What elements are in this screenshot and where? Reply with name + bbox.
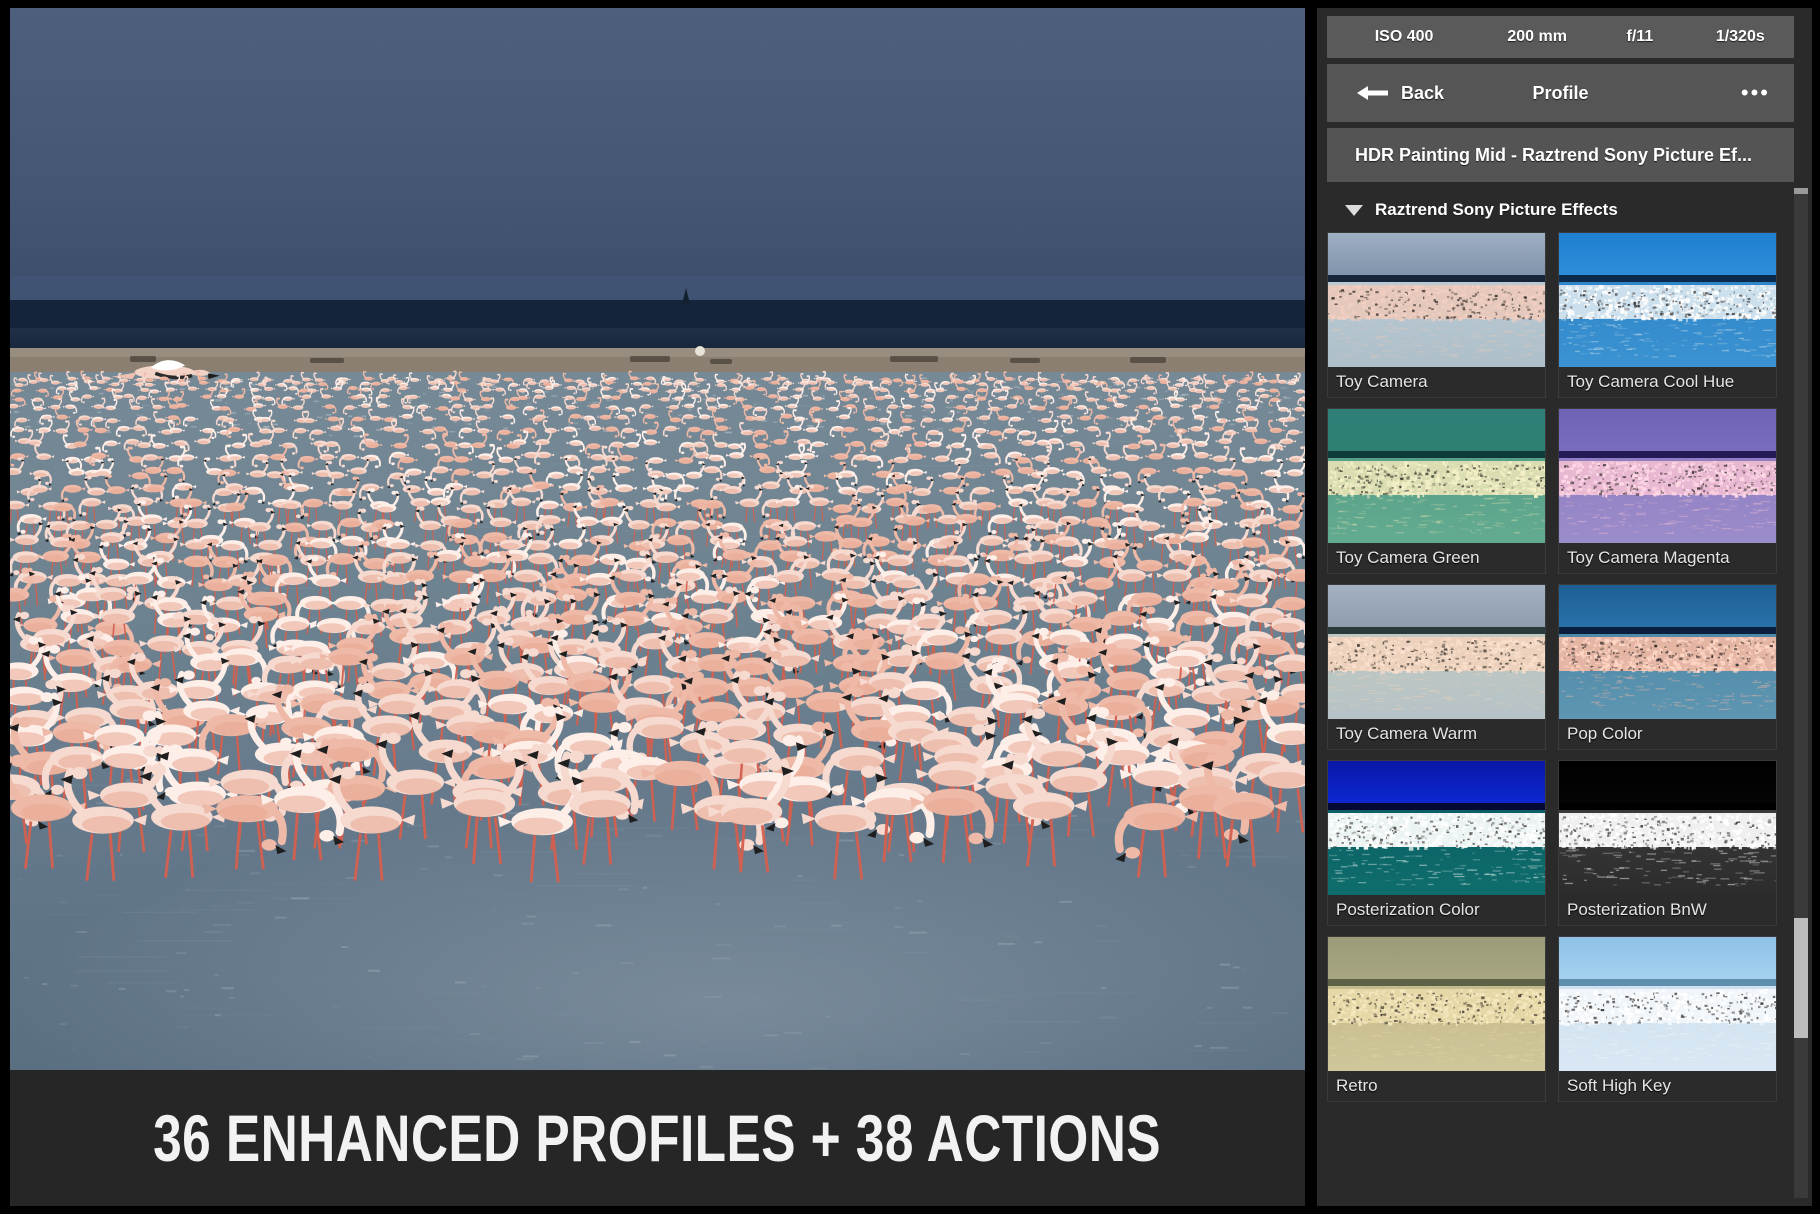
profile-thumbnail[interactable] (1328, 761, 1545, 895)
profile-thumbnail-image (1559, 937, 1776, 1071)
profile-card-label: Pop Color (1559, 719, 1776, 749)
profile-card-label: Retro (1328, 1071, 1545, 1101)
panel-scrollbar-track[interactable] (1794, 188, 1808, 1198)
profile-thumbnail[interactable] (1559, 761, 1776, 895)
profile-thumbnail-image (1328, 761, 1545, 895)
meta-focal: 200 mm (1481, 28, 1593, 46)
profile-card-label: Toy Camera Cool Hue (1559, 367, 1776, 397)
meta-aperture: f/11 (1593, 28, 1686, 46)
profile-thumbnail[interactable] (1328, 937, 1545, 1071)
profile-card-label: Soft High Key (1559, 1071, 1776, 1101)
profile-card-label: Posterization Color (1328, 895, 1545, 925)
selected-profile-name: HDR Painting Mid - Raztrend Sony Picture… (1355, 145, 1752, 166)
profile-thumbnail-image (1328, 233, 1545, 367)
profile-group-header[interactable]: Raztrend Sony Picture Effects (1327, 188, 1794, 232)
photo-canvas (10, 8, 1305, 1070)
panel-nav-bar: Back Profile ••• (1327, 64, 1794, 122)
profile-thumbnail[interactable] (1559, 233, 1776, 367)
profile-group-title: Raztrend Sony Picture Effects (1375, 200, 1618, 220)
profile-card-label: Toy Camera Warm (1328, 719, 1545, 749)
profile-thumbnail-image (1559, 585, 1776, 719)
arrow-left-icon (1355, 84, 1389, 102)
profile-card[interactable]: Posterization BnW (1558, 760, 1777, 926)
metadata-bar: ISO 400 200 mm f/11 1/320s (1327, 16, 1794, 58)
back-button-label: Back (1401, 83, 1444, 104)
profile-card[interactable]: Retro (1327, 936, 1546, 1102)
profile-grid: Toy Camera Toy Camera Cool Hue Toy Camera … (1327, 232, 1777, 1198)
panel-scrollbar-cap (1794, 188, 1808, 194)
profile-card[interactable]: Toy Camera (1327, 232, 1546, 398)
profile-thumbnail[interactable] (1559, 585, 1776, 719)
promo-banner: 36 ENHANCED PROFILES + 38 ACTIONS (10, 1070, 1305, 1206)
more-options-icon[interactable]: ••• (1741, 88, 1770, 98)
chevron-down-icon (1345, 205, 1363, 216)
profile-card[interactable]: Pop Color (1558, 584, 1777, 750)
back-button[interactable]: Back (1355, 83, 1444, 104)
meta-iso: ISO 400 (1327, 28, 1481, 46)
profile-card-label: Toy Camera (1328, 367, 1545, 397)
promo-banner-text: 36 ENHANCED PROFILES + 38 ACTIONS (154, 1100, 1162, 1176)
profile-thumbnail-image (1328, 409, 1545, 543)
profile-card[interactable]: Toy Camera Magenta (1558, 408, 1777, 574)
profile-thumbnail[interactable] (1559, 409, 1776, 543)
main-photo[interactable] (10, 8, 1305, 1070)
profile-thumbnail-image (1328, 585, 1545, 719)
profile-card-label: Posterization BnW (1559, 895, 1776, 925)
profile-thumbnail-image (1328, 937, 1545, 1071)
profile-panel: ISO 400 200 mm f/11 1/320s Back Profile … (1317, 8, 1812, 1206)
profile-thumbnail[interactable] (1328, 409, 1545, 543)
profile-thumbnail[interactable] (1328, 585, 1545, 719)
profile-card[interactable]: Posterization Color (1327, 760, 1546, 926)
profile-card[interactable]: Toy Camera Warm (1327, 584, 1546, 750)
profile-thumbnail-image (1559, 233, 1776, 367)
photo-pane: 36 ENHANCED PROFILES + 38 ACTIONS (10, 8, 1305, 1206)
screenshot-root: 36 ENHANCED PROFILES + 38 ACTIONS ISO 40… (0, 0, 1820, 1214)
profile-thumbnail-image (1559, 761, 1776, 895)
profile-card-label: Toy Camera Magenta (1559, 543, 1776, 573)
profile-card-label: Toy Camera Green (1328, 543, 1545, 573)
profile-thumbnail-image (1559, 409, 1776, 543)
panel-scrollbar-thumb[interactable] (1794, 918, 1808, 1038)
profile-thumbnail[interactable] (1328, 233, 1545, 367)
profile-thumbnail[interactable] (1559, 937, 1776, 1071)
selected-profile-row[interactable]: HDR Painting Mid - Raztrend Sony Picture… (1327, 128, 1794, 182)
profile-card[interactable]: Toy Camera Green (1327, 408, 1546, 574)
profile-card[interactable]: Toy Camera Cool Hue (1558, 232, 1777, 398)
profile-card[interactable]: Soft High Key (1558, 936, 1777, 1102)
meta-shutter: 1/320s (1687, 28, 1794, 46)
